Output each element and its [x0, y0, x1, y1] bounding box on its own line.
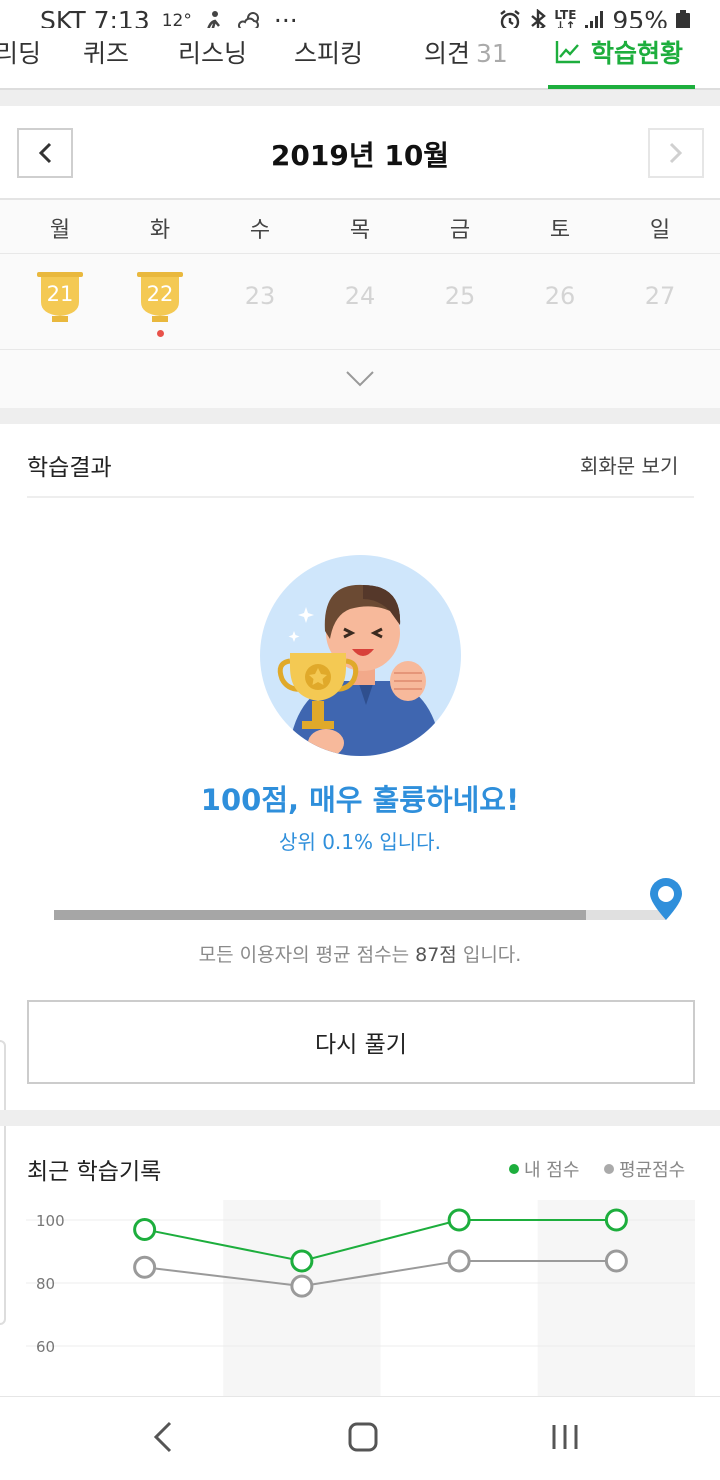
average-score-message: 모든 이용자의 평균 점수는 87점 입니다.	[0, 940, 720, 967]
chart-data-point	[290, 1274, 314, 1298]
section-gap	[0, 90, 720, 106]
tab-reading[interactable]: 리딩	[0, 34, 41, 70]
my-score-pin-icon	[650, 878, 682, 920]
trophy-person-illustration	[277, 584, 442, 756]
calendar-day[interactable]: 26	[530, 282, 590, 310]
weekday-label: 수	[249, 218, 271, 243]
history-title: 최근 학습기록	[27, 1159, 162, 1185]
day-number: 21	[46, 282, 74, 306]
system-nav-bar	[0, 1396, 720, 1480]
weekday-label: 토	[549, 218, 571, 243]
chevron-right-icon	[669, 142, 683, 164]
tab-quiz[interactable]: 퀴즈	[83, 34, 129, 70]
chart-data-point	[133, 1255, 157, 1279]
week-days-row: 21 22 23 24 25 26 27	[0, 254, 720, 350]
calendar-day[interactable]: 23	[230, 282, 290, 310]
chart-data-point	[447, 1249, 471, 1273]
chart-data-point	[604, 1208, 628, 1232]
back-nav-icon[interactable]	[150, 1419, 174, 1455]
view-dialogue-link[interactable]: 회화문 보기	[580, 450, 678, 479]
chart-y-tick-label: 60	[36, 1338, 55, 1356]
legend-average-label: 평균점수	[619, 1160, 686, 1181]
chart-data-point	[290, 1249, 314, 1273]
history-chart: 100 80 60	[26, 1200, 695, 1396]
weekday-label: 월	[49, 218, 71, 243]
legend-dot-green	[509, 1164, 519, 1174]
calendar-header: 2019년 10월	[0, 106, 720, 200]
weekday-label: 목	[349, 218, 371, 243]
tab-comments-label: 의견	[424, 39, 471, 68]
tab-speaking[interactable]: 스피킹	[294, 34, 363, 70]
weekday-label: 화	[149, 218, 171, 243]
next-month-button[interactable]	[648, 128, 704, 178]
rank-message: 상위 0.1% 입니다.	[279, 830, 441, 854]
avg-value: 87점	[415, 944, 457, 966]
active-tab-indicator	[548, 85, 695, 89]
calendar-day[interactable]: 25	[430, 282, 490, 310]
result-title: 학습결과	[27, 455, 112, 481]
avg-prefix: 모든 이용자의 평균 점수는	[198, 944, 416, 966]
weekday-label: 금	[449, 218, 471, 243]
retry-button[interactable]: 다시 풀기	[27, 1000, 695, 1084]
chart-y-tick-label: 80	[36, 1275, 55, 1293]
category-tabs: 리딩 퀴즈 리스닝 스피킹 의견 31 학습현황	[0, 28, 720, 90]
chart-y-tick-label: 100	[36, 1212, 65, 1230]
score-comparison-bar	[54, 910, 666, 920]
legend-my-score-label: 내 점수	[524, 1160, 580, 1181]
chevron-down-icon	[346, 371, 374, 387]
tab-learning-status-label: 학습현황	[591, 39, 684, 68]
chart-column-band	[223, 1200, 381, 1396]
chart-data-point	[447, 1208, 471, 1232]
score-message: 100점, 매우 훌륭하네요!	[200, 783, 520, 817]
chart-data-point	[604, 1249, 628, 1273]
month-title: 2019년 10월	[270, 139, 450, 172]
legend-average: 평균점수	[604, 1156, 685, 1182]
celebration-illustration	[260, 555, 461, 756]
tab-listening[interactable]: 리스닝	[178, 34, 247, 70]
legend-my-score: 내 점수	[509, 1156, 579, 1182]
today-marker-dot	[157, 330, 164, 337]
calendar-day-completed[interactable]: 21	[36, 272, 84, 324]
trend-chart-icon	[555, 41, 580, 64]
chart-data-point	[133, 1217, 157, 1241]
tab-comments[interactable]: 의견 31	[424, 34, 508, 70]
home-nav-icon[interactable]	[347, 1419, 379, 1455]
day-number: 22	[146, 282, 174, 306]
section-gap	[0, 408, 720, 424]
weekday-label: 일	[649, 218, 671, 243]
legend-dot-gray	[604, 1164, 614, 1174]
calendar-day[interactable]: 24	[330, 282, 390, 310]
expand-calendar-button[interactable]	[0, 350, 720, 408]
comment-count: 31	[476, 39, 508, 68]
recent-apps-nav-icon[interactable]	[550, 1419, 580, 1455]
divider	[27, 496, 694, 498]
calendar-day-completed[interactable]: 22	[136, 272, 184, 324]
tab-learning-status[interactable]: 학습현황	[555, 34, 683, 70]
average-score-fill	[54, 910, 586, 920]
calendar-day[interactable]: 27	[630, 282, 690, 310]
avg-suffix: 입니다.	[456, 944, 522, 966]
weekday-row: 월 화 수 목 금 토 일	[0, 200, 720, 254]
section-gap	[0, 1110, 720, 1126]
